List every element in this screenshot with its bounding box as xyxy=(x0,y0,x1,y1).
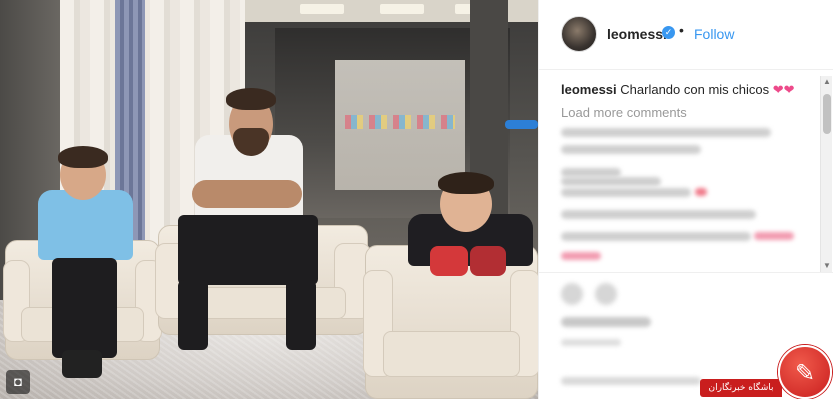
blurred-emoji xyxy=(754,232,794,240)
ceiling-light xyxy=(300,4,344,14)
post-side-panel: leomessi ✓ • Follow leomessi Charlando c… xyxy=(538,0,833,399)
caption-username[interactable]: leomessi xyxy=(561,82,617,97)
watermark-label: باشگاه خبرنگاران xyxy=(700,379,782,397)
instagram-camera-icon: ◘ xyxy=(6,370,30,394)
separator-dot: • xyxy=(679,22,684,38)
post-photo[interactable]: ◘ xyxy=(0,0,538,399)
blurred-comment xyxy=(561,210,756,219)
scroll-up-icon[interactable]: ▲ xyxy=(821,76,833,88)
ceiling-light xyxy=(380,4,424,14)
username-link[interactable]: leomessi xyxy=(607,26,667,42)
like-icon[interactable] xyxy=(561,283,583,305)
caption-text: Charlando con mis chicos xyxy=(620,82,770,97)
likes-count xyxy=(561,317,651,327)
follow-button[interactable]: Follow xyxy=(694,26,734,42)
heart-emoji-icon: ❤❤ xyxy=(772,82,795,97)
post-header: leomessi ✓ • Follow xyxy=(539,0,833,70)
blurred-comment xyxy=(561,145,701,154)
photo-blue-object xyxy=(505,120,538,129)
blurred-comment xyxy=(561,168,621,177)
blurred-emoji xyxy=(695,188,707,196)
photo-wall-decor xyxy=(345,115,455,129)
blurred-comment xyxy=(561,188,691,197)
comments-section: leomessi Charlando con mis chicos ❤❤ Loa… xyxy=(539,70,833,270)
blurred-comment xyxy=(561,232,751,241)
blurred-comment xyxy=(561,177,661,186)
scroll-thumb[interactable] xyxy=(823,94,831,134)
comment-icon[interactable] xyxy=(595,283,617,305)
avatar[interactable] xyxy=(561,16,597,52)
watermark-logo-icon xyxy=(778,345,832,399)
comments-scrollbar[interactable]: ▲ ▼ xyxy=(820,76,832,272)
scroll-down-icon[interactable]: ▼ xyxy=(821,260,833,272)
post-timestamp xyxy=(561,339,621,346)
load-more-comments-button[interactable]: Load more comments xyxy=(561,105,687,120)
post-caption: leomessi Charlando con mis chicos ❤❤ xyxy=(561,82,795,98)
blurred-emoji xyxy=(561,252,601,260)
add-comment-input[interactable] xyxy=(561,377,701,385)
blurred-comment xyxy=(561,128,771,137)
verified-badge-icon: ✓ xyxy=(662,26,675,39)
